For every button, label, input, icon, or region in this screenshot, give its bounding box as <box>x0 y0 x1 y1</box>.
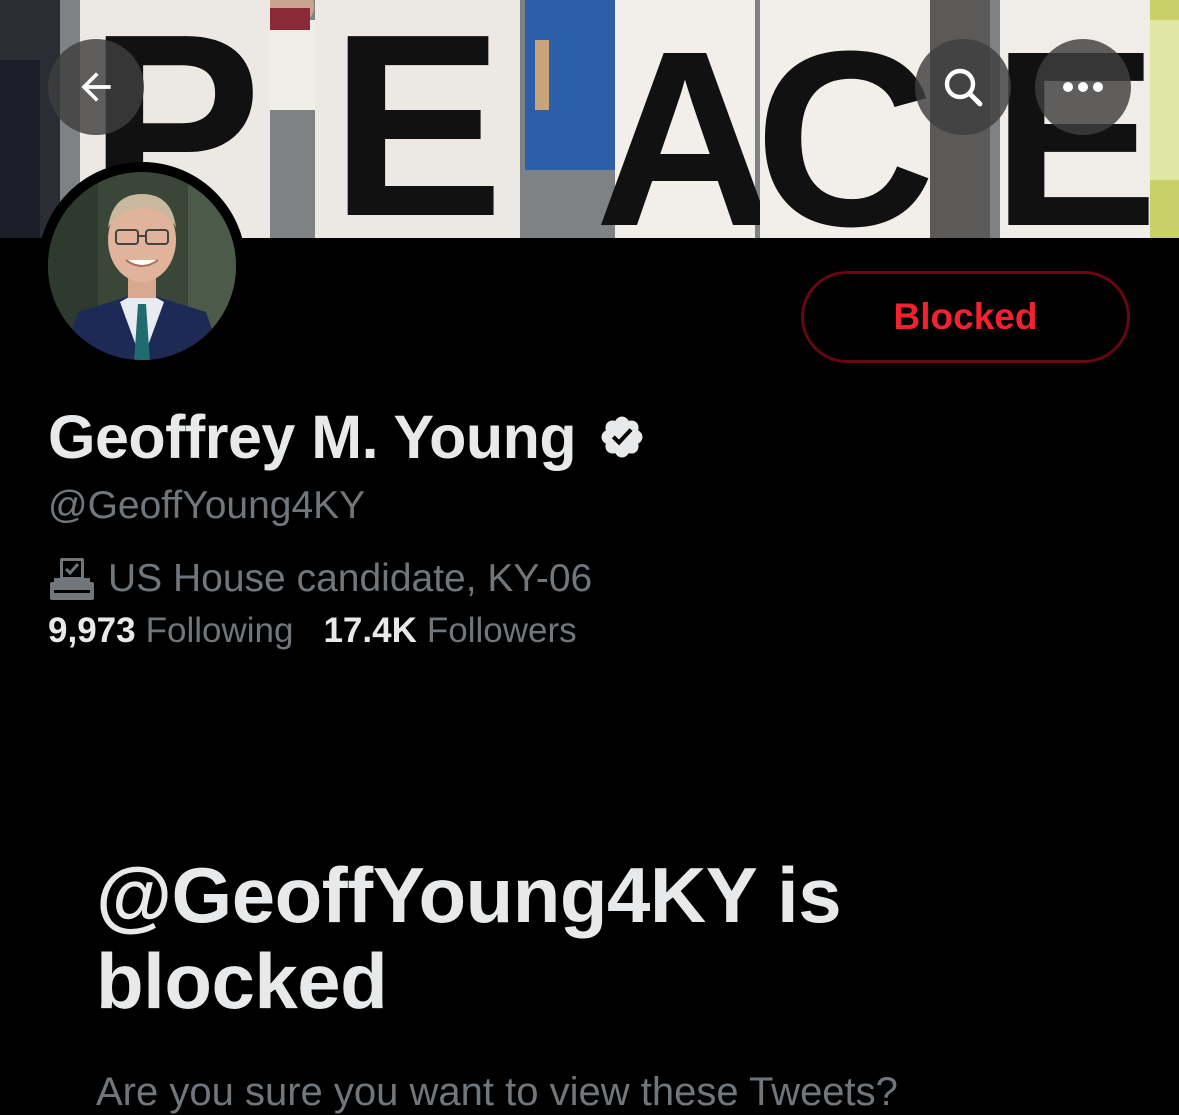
profile-avatar[interactable] <box>38 162 246 370</box>
profile-handle: @GeoffYoung4KY <box>48 484 366 527</box>
display-name: Geoffrey M. Young <box>48 403 577 471</box>
sign-a: A <box>595 0 776 238</box>
svg-text:E: E <box>330 0 503 238</box>
svg-text:A: A <box>595 0 776 238</box>
following-label: Following <box>145 611 294 650</box>
sign-c: C <box>755 0 936 238</box>
profile-bio: US House candidate, KY-06 <box>108 557 593 600</box>
blocked-notice-subtitle: Are you sure you want to view these Twee… <box>96 1070 898 1114</box>
arrow-left-icon <box>81 72 111 102</box>
back-button[interactable] <box>48 39 144 135</box>
followers-count: 17.4K <box>323 611 417 650</box>
followers-link[interactable]: 17.4K Followers <box>323 611 576 651</box>
search-button[interactable] <box>915 39 1011 135</box>
following-link[interactable]: 9,973 Following <box>48 611 293 651</box>
blocked-notice-title: @GeoffYoung4KY is blocked <box>96 851 842 1025</box>
followers-label: Followers <box>426 611 577 650</box>
blocked-button[interactable]: Blocked <box>801 271 1130 363</box>
search-icon <box>944 68 983 107</box>
sign-e: E <box>315 0 520 238</box>
following-count: 9,973 <box>48 611 136 650</box>
avatar-photo <box>38 162 246 370</box>
more-horizontal-icon <box>1063 82 1103 92</box>
more-options-button[interactable] <box>1035 39 1131 135</box>
ballot-box-icon <box>50 558 94 600</box>
display-name-row: Geoffrey M. Young <box>48 398 646 476</box>
verified-badge-icon <box>601 416 643 458</box>
follow-stats: 9,973 Following 17.4K Followers <box>48 611 577 651</box>
svg-text:C: C <box>755 0 936 238</box>
bio-row: US House candidate, KY-06 <box>48 553 592 605</box>
